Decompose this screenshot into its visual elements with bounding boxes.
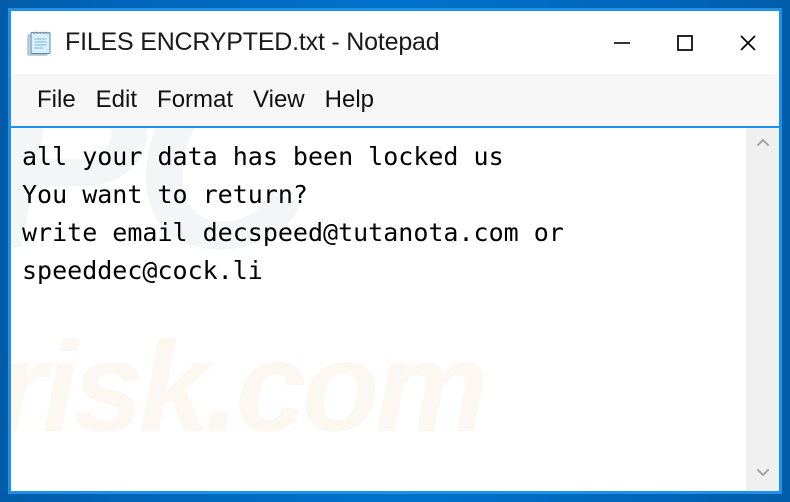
- maximize-button[interactable]: [653, 11, 716, 74]
- text-surface[interactable]: PC risk.com all your data has been locke…: [11, 128, 745, 491]
- vertical-scrollbar[interactable]: [745, 128, 779, 491]
- close-icon: [736, 31, 760, 55]
- maximize-icon: [674, 32, 696, 54]
- menu-item-format[interactable]: Format: [147, 86, 243, 114]
- scrollbar-track[interactable]: [746, 162, 779, 457]
- notepad-window: FILES ENCRYPTED.txt - Notepad File Edit …: [11, 11, 779, 491]
- menu-bar: File Edit Format View Help: [11, 74, 779, 128]
- menu-item-edit[interactable]: Edit: [86, 86, 147, 114]
- minimize-icon: [611, 32, 633, 54]
- scroll-down-button[interactable]: [746, 457, 780, 491]
- scroll-up-button[interactable]: [746, 128, 780, 162]
- minimize-button[interactable]: [590, 11, 653, 74]
- window-outer-frame: FILES ENCRYPTED.txt - Notepad File Edit …: [0, 0, 790, 502]
- menu-item-view[interactable]: View: [243, 86, 315, 114]
- title-bar[interactable]: FILES ENCRYPTED.txt - Notepad: [11, 11, 779, 74]
- chevron-up-icon: [754, 134, 772, 157]
- window-controls: [590, 11, 779, 74]
- chevron-down-icon: [754, 463, 772, 486]
- notepad-icon: [25, 28, 55, 58]
- ransom-note-text[interactable]: all your data has been locked us You wan…: [11, 128, 745, 290]
- window-title: FILES ENCRYPTED.txt - Notepad: [65, 28, 440, 56]
- editor-area: PC risk.com all your data has been locke…: [11, 128, 779, 491]
- close-button[interactable]: [716, 11, 779, 74]
- menu-item-help[interactable]: Help: [315, 86, 384, 114]
- menu-item-file[interactable]: File: [27, 86, 86, 114]
- watermark-domain-text: risk.com: [11, 316, 488, 459]
